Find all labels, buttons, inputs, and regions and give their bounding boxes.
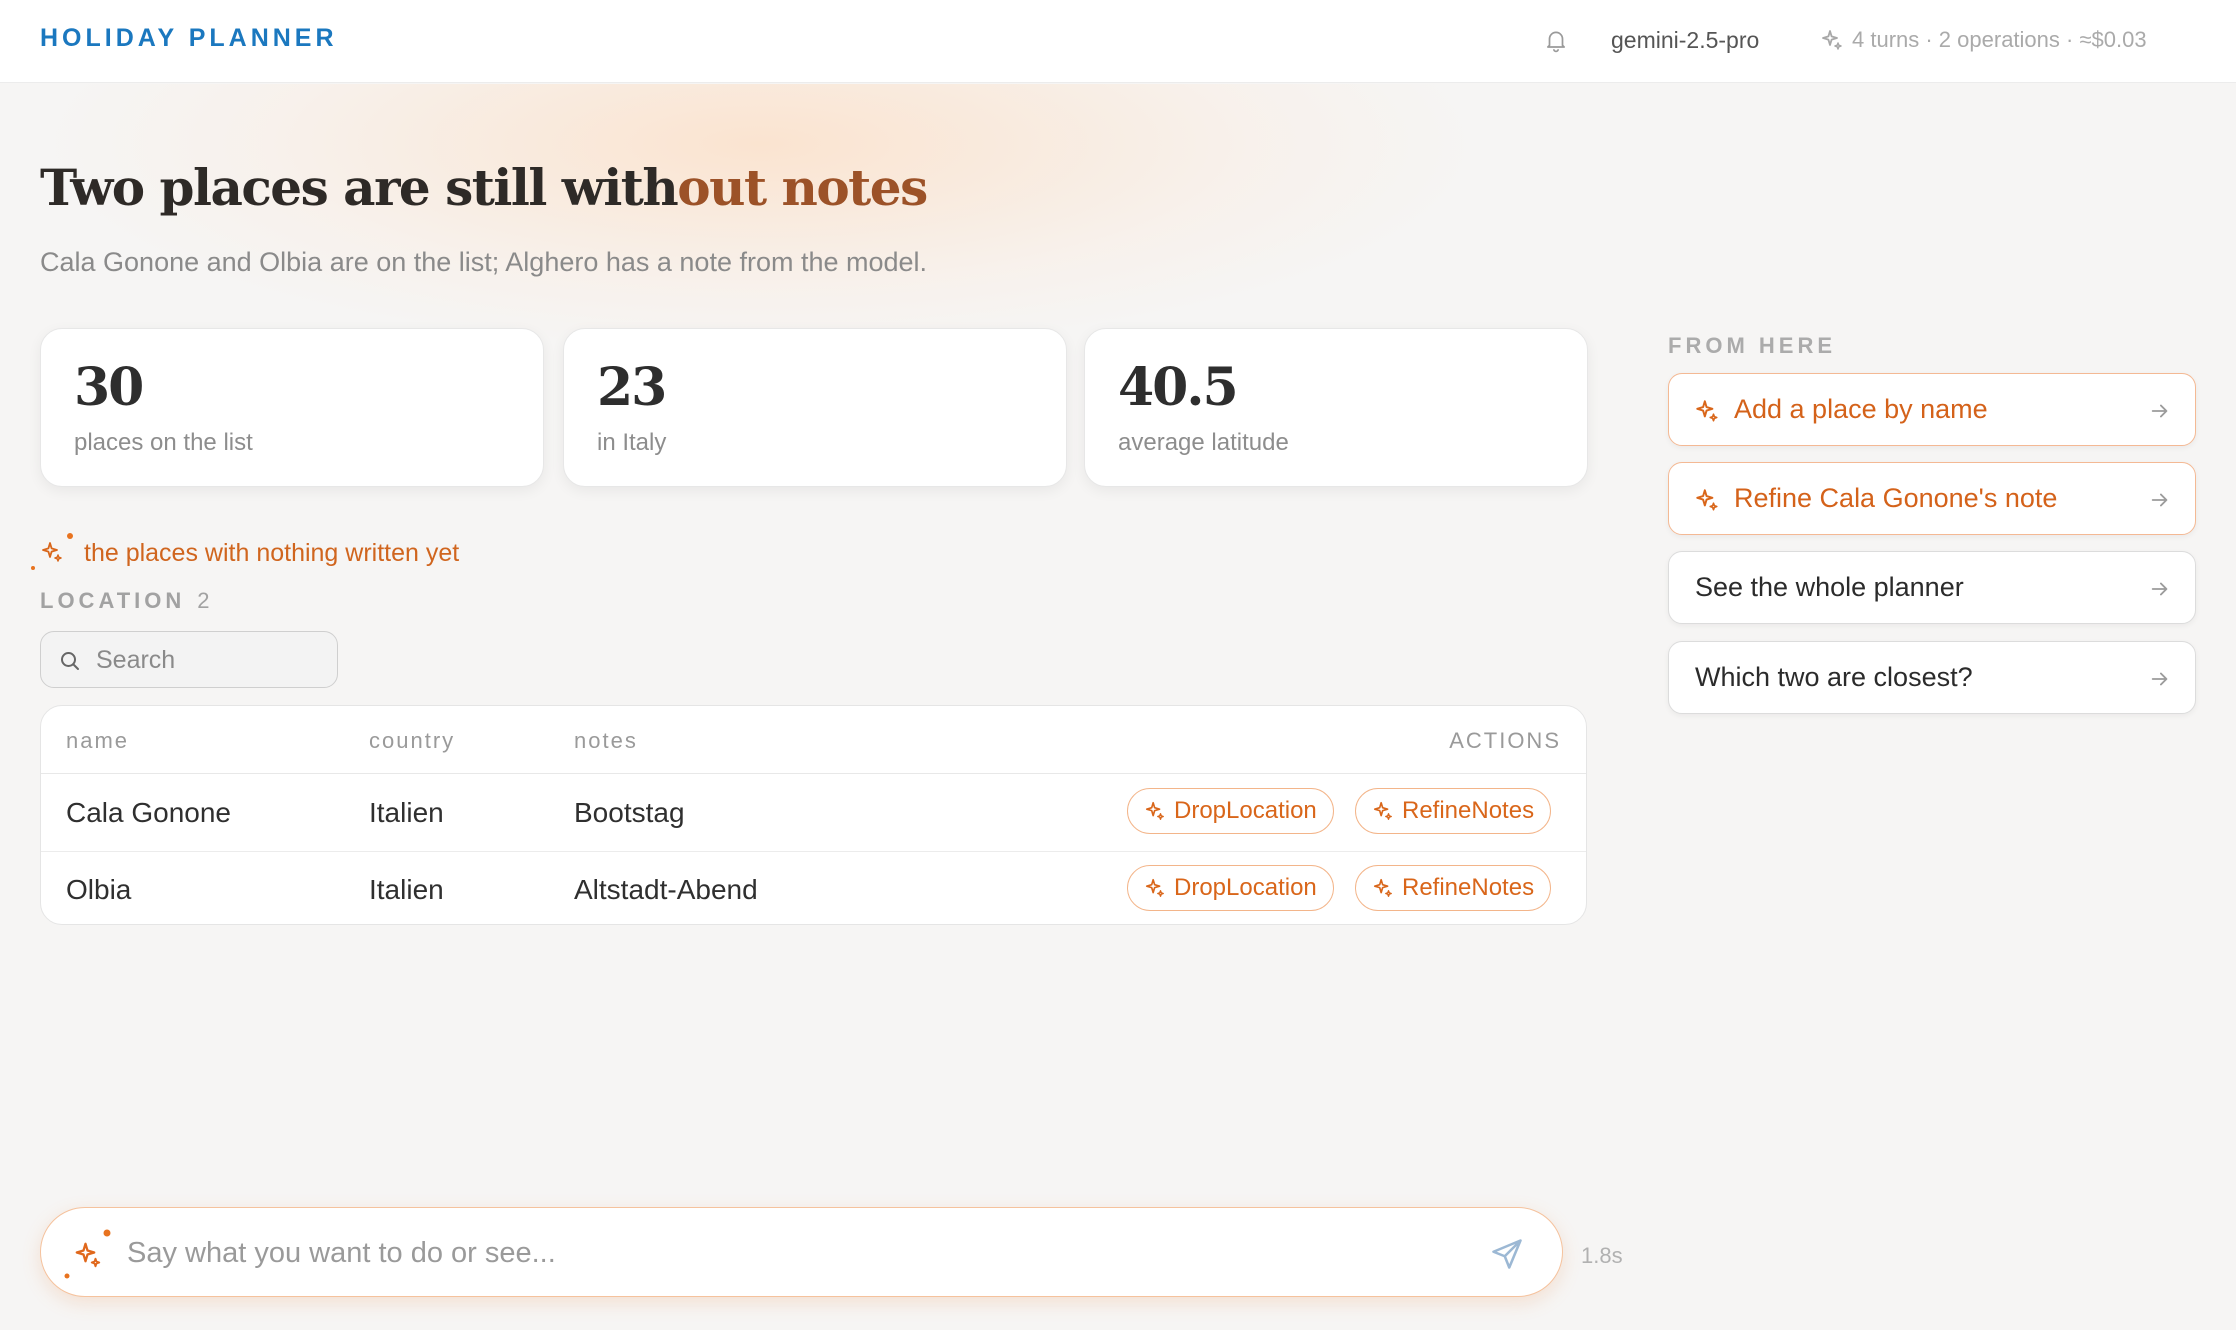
stat-card-places: 30 places on the list — [40, 328, 544, 487]
stat-card-italy: 23 in Italy — [563, 328, 1067, 487]
cell-name: Cala Gonone — [66, 797, 232, 828]
button-label: RefineNotes — [1402, 797, 1535, 824]
cell-notes: Altstadt-Abend — [574, 874, 758, 905]
send-icon[interactable] — [1489, 1236, 1525, 1272]
app-brand[interactable]: HOLIDAY PLANNER — [40, 24, 338, 53]
column-header-notes[interactable]: notes — [574, 728, 638, 754]
sparkle-icon — [1372, 800, 1394, 822]
arrow-right-icon — [2149, 668, 2171, 690]
button-label: DropLocation — [1174, 797, 1317, 824]
model-name[interactable]: gemini-2.5-pro — [1611, 27, 1759, 54]
search-input[interactable] — [96, 642, 326, 678]
arrow-right-icon — [2149, 489, 2171, 511]
latency-indicator: 1.8s — [1581, 1243, 1623, 1268]
suggestion-label: Refine Cala Gonone's note — [1734, 483, 2058, 513]
suggestion-add-place[interactable]: Add a place by name — [1668, 373, 2196, 446]
sparkle-icon — [1820, 28, 1844, 52]
table-row[interactable]: Cala Gonone Italien Bootstag DropLocatio… — [41, 775, 1586, 851]
cell-country: Italien — [369, 797, 444, 828]
sparkle-icon — [64, 1229, 111, 1279]
column-header-country[interactable]: country — [369, 728, 455, 754]
stat-value: 30 — [74, 357, 144, 418]
sparkle-icon — [1144, 877, 1166, 899]
stat-card-latitude: 40.5 average latitude — [1084, 328, 1588, 487]
suggestion-label: See the whole planner — [1695, 572, 1964, 602]
sparkle-icon — [1694, 487, 1720, 513]
filter-label: the places with nothing written yet — [84, 538, 460, 567]
suggestion-label: Which two are closest? — [1695, 662, 1973, 692]
locations-table: name country notes ACTIONS Cala Gonone I… — [40, 705, 1587, 925]
suggestion-refine-note[interactable]: Refine Cala Gonone's note — [1668, 462, 2196, 535]
sparkle-icon — [1144, 800, 1166, 822]
search-box[interactable] — [40, 631, 338, 688]
sparkle-icon — [31, 533, 73, 570]
stat-value: 23 — [597, 357, 667, 418]
sparkle-icon — [1694, 398, 1720, 424]
suggestions-heading: FROM HERE — [1668, 333, 1836, 358]
bell-icon[interactable] — [1543, 26, 1569, 54]
location-label: LOCATION — [40, 588, 186, 613]
usage-text: 4 turns · 2 operations · ≈$0.03 — [1852, 27, 2147, 52]
active-filter[interactable]: the places with nothing written yet — [30, 530, 459, 576]
stat-label: in Italy — [597, 429, 667, 456]
stat-label: average latitude — [1118, 429, 1289, 456]
page-title: Two places are still without notes — [40, 158, 928, 217]
cell-notes: Bootstag — [574, 797, 685, 828]
refine-notes-button[interactable]: RefineNotes — [1355, 788, 1552, 834]
location-count: 2 — [197, 588, 210, 613]
stat-value: 40.5 — [1118, 357, 1239, 418]
suggestion-whole-planner[interactable]: See the whole planner — [1668, 551, 2196, 624]
search-icon — [61, 652, 79, 670]
cell-country: Italien — [369, 874, 444, 905]
column-header-name[interactable]: name — [66, 728, 129, 754]
prompt-composer[interactable] — [40, 1207, 1563, 1297]
title-part-1: Two places are still with — [40, 158, 679, 217]
cell-name: Olbia — [66, 874, 132, 905]
drop-location-button[interactable]: DropLocation — [1127, 788, 1334, 834]
table-header: name country notes ACTIONS — [41, 706, 1586, 774]
location-section-label: LOCATION 2 — [40, 588, 210, 614]
top-bar: HOLIDAY PLANNER gemini-2.5-pro 4 turns ·… — [0, 0, 2236, 83]
button-label: RefineNotes — [1402, 874, 1535, 901]
usage-summary: 4 turns · 2 operations · ≈$0.03 — [1820, 27, 2147, 53]
table-row[interactable]: Olbia Italien Altstadt-Abend DropLocatio… — [41, 851, 1586, 924]
suggestion-label: Add a place by name — [1734, 394, 1988, 424]
stat-label: places on the list — [74, 429, 253, 456]
column-header-actions: ACTIONS — [1449, 728, 1561, 753]
refine-notes-button[interactable]: RefineNotes — [1355, 865, 1552, 911]
page-subtitle: Cala Gonone and Olbia are on the list; A… — [40, 247, 928, 277]
arrow-right-icon — [2149, 578, 2171, 600]
drop-location-button[interactable]: DropLocation — [1127, 865, 1334, 911]
button-label: DropLocation — [1174, 874, 1317, 901]
title-part-2: out notes — [677, 158, 928, 217]
sparkle-icon — [1372, 877, 1394, 899]
prompt-input[interactable] — [127, 1232, 1467, 1274]
suggestion-closest[interactable]: Which two are closest? — [1668, 641, 2196, 714]
arrow-right-icon — [2149, 400, 2171, 422]
